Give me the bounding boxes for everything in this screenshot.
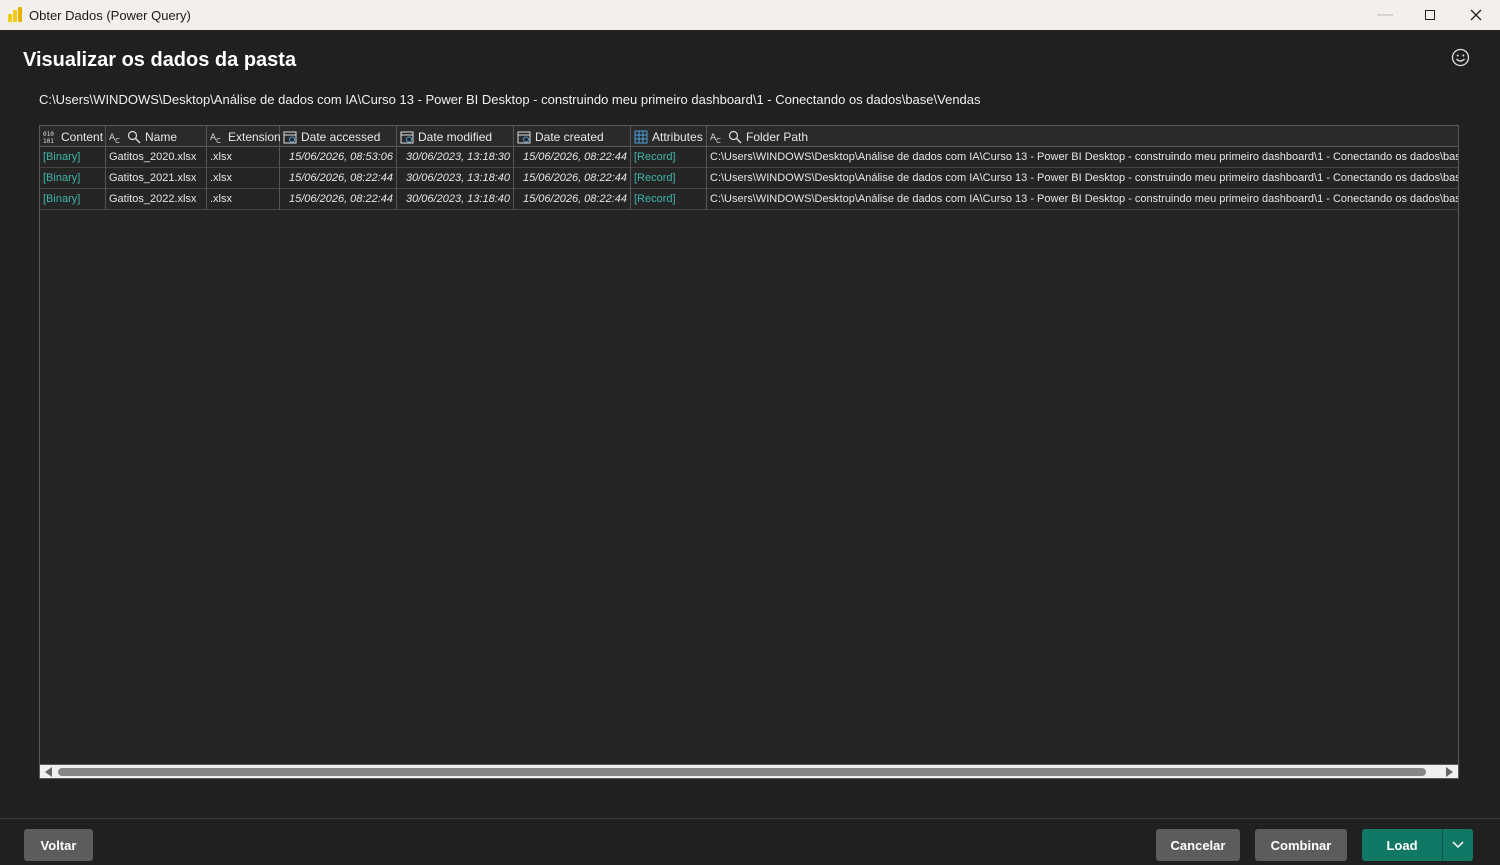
preview-table: 010 101 Content AC Name AC Extension Date… bbox=[39, 125, 1459, 779]
date-modified-cell: 30/06/2023, 13:18:40 bbox=[397, 168, 514, 189]
window-title: Obter Dados (Power Query) bbox=[29, 8, 191, 23]
extension-cell: .xlsx bbox=[207, 147, 280, 168]
cancel-button[interactable]: Cancelar bbox=[1156, 829, 1240, 861]
datetime-type-icon bbox=[517, 131, 531, 143]
scrollbar-thumb[interactable] bbox=[58, 768, 1426, 776]
date-created-cell: 15/06/2026, 08:22:44 bbox=[514, 189, 631, 210]
svg-text:C: C bbox=[115, 137, 120, 144]
date-created-cell: 15/06/2026, 08:22:44 bbox=[514, 168, 631, 189]
chevron-down-icon bbox=[1452, 841, 1464, 849]
name-cell: Gatitos_2021.xlsx bbox=[106, 168, 207, 189]
binary-type-icon: 010101 bbox=[43, 131, 54, 144]
date-modified-cell: 30/06/2023, 13:18:40 bbox=[397, 189, 514, 210]
name-cell: Gatitos_2020.xlsx bbox=[106, 147, 207, 168]
date-accessed-cell: 15/06/2026, 08:22:44 bbox=[280, 168, 397, 189]
folder-path-label: C:\Users\WINDOWS\Desktop\Análise de dado… bbox=[39, 92, 981, 107]
content-cell[interactable]: [Binary] bbox=[40, 189, 106, 210]
content-cell[interactable]: [Binary] bbox=[40, 147, 106, 168]
page-title: Visualizar os dados da pasta bbox=[23, 49, 297, 71]
column-header-name[interactable]: AC Name bbox=[106, 126, 207, 147]
close-button[interactable] bbox=[1453, 0, 1499, 30]
svg-text:010: 010 bbox=[43, 131, 54, 138]
title-bar: Obter Dados (Power Query) — bbox=[0, 0, 1500, 30]
minimize-icon: — bbox=[1377, 6, 1393, 23]
table-row[interactable]: [Binary] Gatitos_2021.xlsx .xlsx 15/06/2… bbox=[40, 168, 1459, 189]
table-type-icon bbox=[634, 130, 648, 143]
table-row[interactable]: [Binary] Gatitos_2020.xlsx .xlsx 15/06/2… bbox=[40, 147, 1459, 168]
column-header-folder-path[interactable]: AC Folder Path bbox=[707, 126, 1458, 147]
extension-cell: .xlsx bbox=[207, 168, 280, 189]
search-icon bbox=[127, 130, 141, 143]
load-button[interactable]: Load bbox=[1362, 829, 1442, 861]
text-type-icon: AC bbox=[210, 133, 221, 144]
text-type-icon: AC bbox=[710, 133, 721, 144]
minimize-button[interactable]: — bbox=[1362, 0, 1408, 30]
attributes-cell[interactable]: [Record] bbox=[631, 147, 707, 168]
maximize-icon bbox=[1425, 10, 1435, 20]
folder-path-cell: C:\Users\WINDOWS\Desktop\Análise de dado… bbox=[710, 193, 1459, 205]
attributes-cell[interactable]: [Record] bbox=[631, 189, 707, 210]
column-header-date-modified[interactable]: Date modified bbox=[397, 126, 514, 147]
extension-cell: .xlsx bbox=[207, 189, 280, 210]
date-accessed-cell: 15/06/2026, 08:53:06 bbox=[280, 147, 397, 168]
text-type-icon: AC bbox=[109, 133, 120, 144]
table-row[interactable]: [Binary] Gatitos_2022.xlsx .xlsx 15/06/2… bbox=[40, 189, 1459, 210]
horizontal-scrollbar[interactable] bbox=[40, 764, 1458, 778]
datetime-type-icon bbox=[400, 131, 414, 143]
feedback-smiley-icon[interactable] bbox=[1451, 48, 1470, 67]
date-created-cell: 15/06/2026, 08:22:44 bbox=[514, 147, 631, 168]
date-accessed-cell: 15/06/2026, 08:22:44 bbox=[280, 189, 397, 210]
svg-text:101: 101 bbox=[43, 138, 54, 144]
column-header-date-accessed[interactable]: Date accessed bbox=[280, 126, 397, 147]
datetime-type-icon bbox=[283, 131, 297, 143]
svg-text:C: C bbox=[716, 137, 721, 144]
power-query-window: Obter Dados (Power Query) — Visualizar o… bbox=[0, 0, 1500, 865]
column-header-date-created[interactable]: Date created bbox=[514, 126, 631, 147]
folder-path-cell: C:\Users\WINDOWS\Desktop\Análise de dado… bbox=[710, 172, 1459, 184]
back-button[interactable]: Voltar bbox=[24, 829, 93, 861]
name-cell: Gatitos_2022.xlsx bbox=[106, 189, 207, 210]
content-cell[interactable]: [Binary] bbox=[40, 168, 106, 189]
power-bi-icon bbox=[8, 7, 22, 22]
scroll-left-icon[interactable] bbox=[45, 767, 52, 777]
attributes-cell[interactable]: [Record] bbox=[631, 168, 707, 189]
scroll-right-icon[interactable] bbox=[1446, 767, 1453, 777]
column-header-content[interactable]: 010 101 Content bbox=[40, 126, 106, 147]
table-header: 010 101 Content AC Name AC Extension Date… bbox=[40, 126, 1458, 147]
load-options-button[interactable] bbox=[1442, 829, 1473, 861]
folder-path-cell: C:\Users\WINDOWS\Desktop\Análise de dado… bbox=[710, 151, 1459, 163]
column-header-extension[interactable]: AC Extension bbox=[207, 126, 281, 147]
search-icon bbox=[728, 130, 742, 143]
svg-text:C: C bbox=[216, 137, 221, 144]
maximize-button[interactable] bbox=[1407, 0, 1453, 30]
close-icon bbox=[1470, 9, 1482, 21]
combine-button[interactable]: Combinar bbox=[1255, 829, 1347, 861]
column-header-attributes[interactable]: Attributes bbox=[631, 126, 707, 147]
date-modified-cell: 30/06/2023, 13:18:30 bbox=[397, 147, 514, 168]
dialog-footer: Voltar Cancelar Combinar Load bbox=[0, 818, 1500, 865]
